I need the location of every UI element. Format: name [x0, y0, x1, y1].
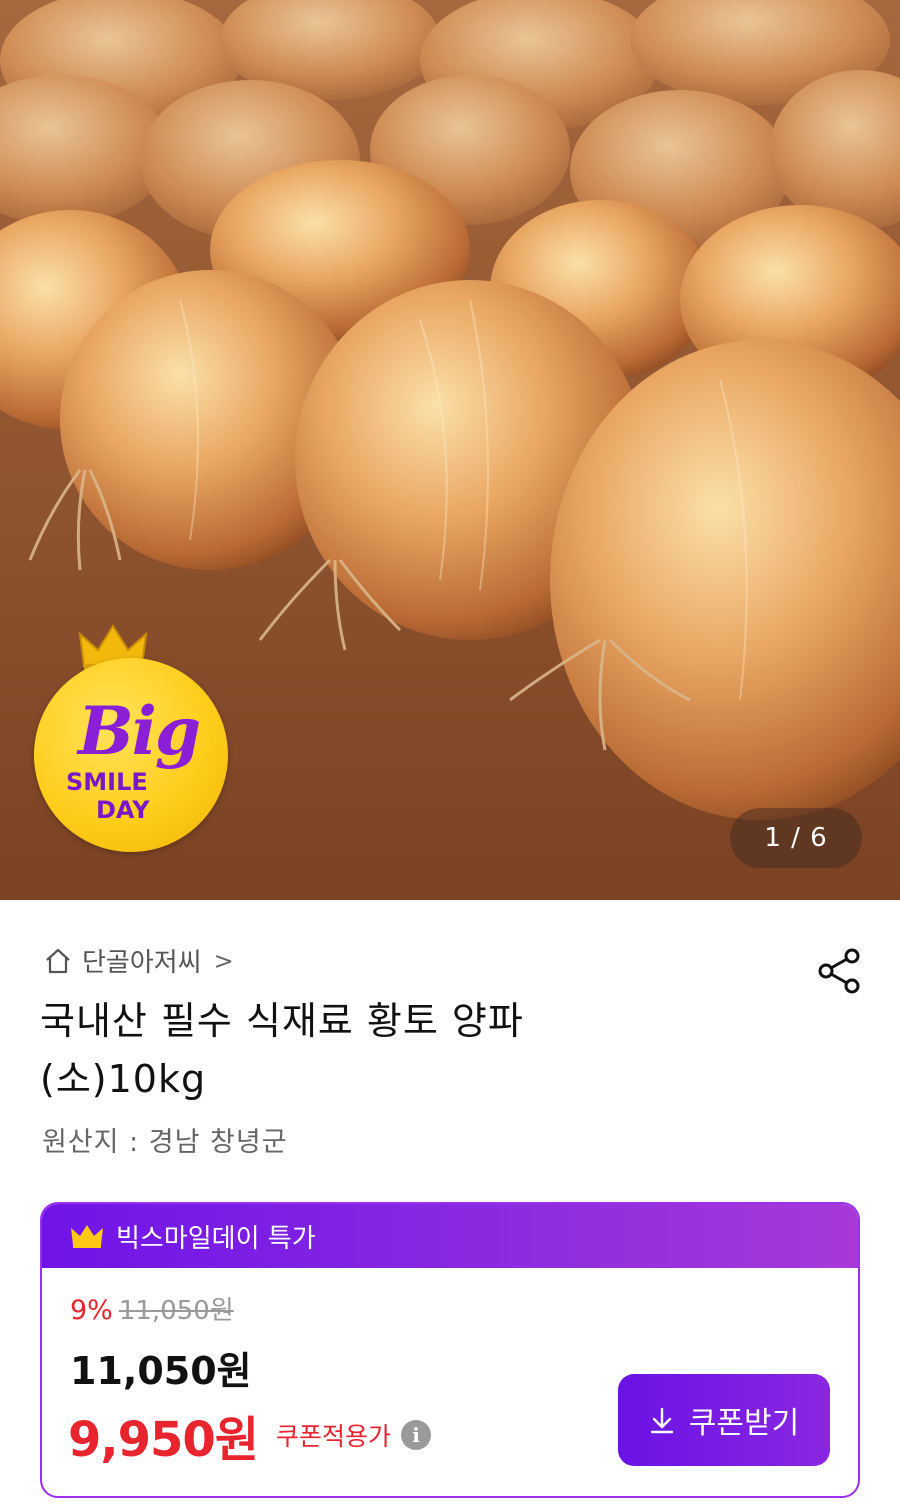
coupon-applied-label: 쿠폰적용가: [276, 1422, 392, 1451]
final-price-row: 9,950원 쿠폰적용가 i: [68, 1400, 432, 1470]
badge-big-text: Big: [78, 692, 201, 770]
discount-rate: 9%: [70, 1295, 113, 1326]
info-icon[interactable]: i: [401, 1420, 432, 1450]
get-coupon-button[interactable]: 쿠폰받기: [618, 1374, 830, 1466]
store-link[interactable]: 단골아저씨 >: [44, 942, 234, 979]
download-icon: [650, 1407, 673, 1434]
sale-price: 11,050원: [70, 1349, 252, 1393]
product-origin: 원산지 : 경남 창녕군: [42, 1127, 288, 1158]
big-smile-day-badge: Big SMILE DAY: [34, 622, 234, 852]
home-icon: [46, 948, 70, 973]
original-price: 11,050원: [118, 1296, 234, 1326]
badge-smile-text: SMILE: [66, 768, 148, 796]
badge-day-text: DAY: [96, 796, 150, 824]
share-icon[interactable]: [814, 946, 864, 996]
promo-price-card: 빅스마일데이 특가 9% 11,050원 11,050원 9,950원 쿠폰적용…: [40, 1202, 860, 1498]
get-coupon-label: 쿠폰받기: [688, 1407, 800, 1440]
image-counter: 1 / 6: [730, 808, 862, 868]
chevron-right-icon: >: [213, 946, 234, 975]
product-image[interactable]: Big SMILE DAY 1 / 6: [0, 0, 900, 900]
coupon-price: 9,950원: [68, 1412, 259, 1468]
store-name: 단골아저씨: [82, 948, 202, 978]
crown-icon: [71, 1225, 103, 1248]
promo-header: 빅스마일데이 특가: [42, 1204, 858, 1268]
promo-header-label: 빅스마일데이 특가: [116, 1223, 316, 1254]
product-title: 국내산 필수 식재료 황토 양파(소)10kg: [40, 999, 524, 1101]
discount-row: 9% 11,050원: [70, 1290, 234, 1327]
